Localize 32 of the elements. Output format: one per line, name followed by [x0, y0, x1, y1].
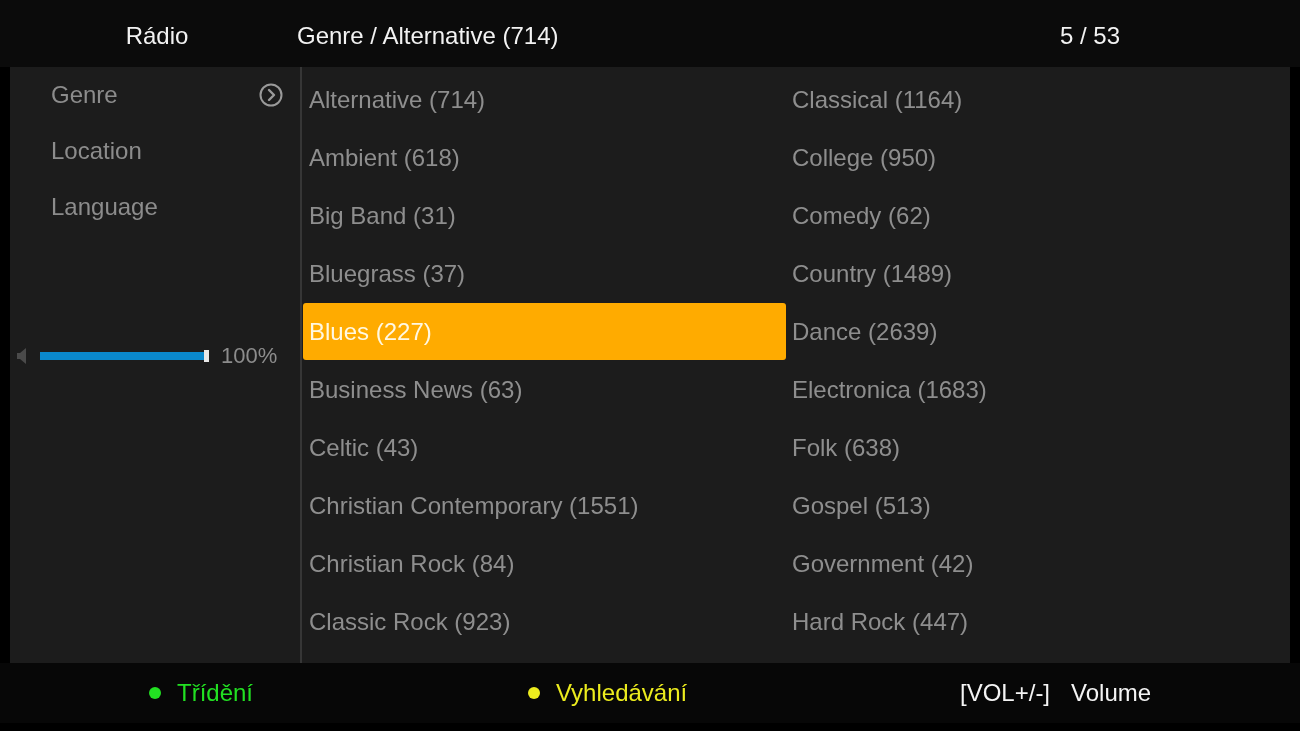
volume-reading: 100%	[221, 343, 278, 369]
directory-item[interactable]: Electronica (1683)	[786, 361, 1290, 418]
directory-item[interactable]: Hard Rock (447)	[786, 593, 1290, 650]
directory-item[interactable]: Christian Rock (84)	[303, 535, 786, 592]
browse-mode-item[interactable]: Language	[10, 179, 300, 235]
directory-item[interactable]: Classic Rock (923)	[303, 593, 786, 650]
directory-item[interactable]: Comedy (62)	[786, 187, 1290, 244]
volume-thumb[interactable]	[204, 350, 209, 362]
page-counter: 5 / 53	[1059, 21, 1120, 49]
directory-item[interactable]: Bluegrass (37)	[303, 245, 786, 302]
directory-item[interactable]: Dance (2639)	[786, 303, 1290, 360]
directory-item[interactable]: Christian Contemporary (1551)	[303, 477, 786, 534]
directory-item[interactable]: Folk (638)	[786, 419, 1290, 476]
speaker-icon	[17, 348, 26, 364]
directory-item[interactable]: Classical (1164)	[786, 71, 1290, 128]
directory-item[interactable]: College (950)	[786, 129, 1290, 186]
directory-item[interactable]: Country (1489)	[786, 245, 1290, 302]
directory-item[interactable]: Business News (63)	[303, 361, 786, 418]
directory-item[interactable]: Alternative (714)	[303, 71, 786, 128]
key-label: [VOL+/-]	[960, 679, 1051, 707]
hint-label: Třídění	[177, 679, 254, 707]
screen-title: Rádio	[125, 21, 189, 49]
hint-label: Volume	[1071, 679, 1152, 707]
directory-item[interactable]: Celtic (43)	[303, 419, 786, 476]
directory-item[interactable]: Government (42)	[786, 535, 1290, 592]
browse-mode-item[interactable]: Genre	[10, 67, 300, 123]
breadcrumb: Genre / Alternative (714)	[297, 21, 560, 50]
hint-label: Vyhledávání	[556, 679, 688, 707]
browse-mode-item[interactable]: Location	[10, 123, 300, 179]
directory-item[interactable]: Big Band (31)	[303, 187, 786, 244]
directory-item[interactable]: Ambient (618)	[303, 129, 786, 186]
directory-item[interactable]: Gospel (513)	[786, 477, 1290, 534]
